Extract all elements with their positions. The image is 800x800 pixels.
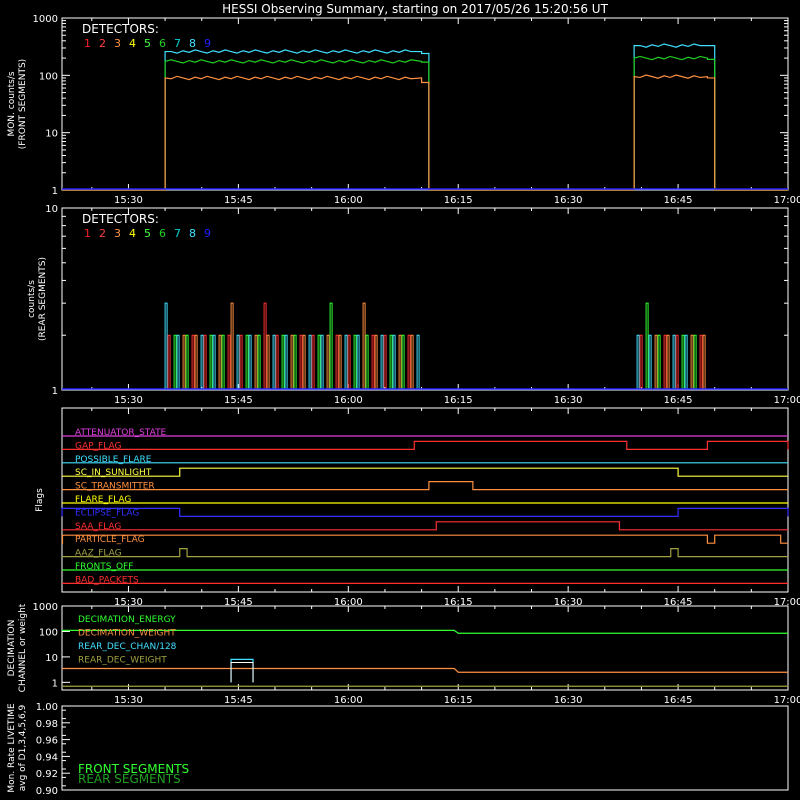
- front-ytick-label-0: 1: [52, 186, 58, 197]
- rear-legend-detector-6: 6: [159, 227, 166, 240]
- rear-legend-detector-5: 5: [144, 227, 151, 240]
- front-legend-detector-9: 9: [204, 37, 211, 50]
- livetime-ytick-label-0: 0.90: [36, 786, 58, 797]
- flag-label-eclipse_flag: ECLIPSE_FLAG: [75, 508, 139, 518]
- rear-legend-detector-9: 9: [204, 227, 211, 240]
- rear-xtick-label-3: 16:15: [444, 395, 473, 406]
- rear-legend-detector-3: 3: [114, 227, 121, 240]
- rear-ylabel-0: counts/s: [27, 280, 37, 318]
- front-xtick-label-4: 16:30: [554, 195, 583, 206]
- rear-legend-detector-1: 1: [84, 227, 91, 240]
- livetime-ytick-label-4: 0.98: [36, 719, 58, 730]
- decimation-legend-2: REAR_DEC_CHAN/128: [78, 642, 177, 652]
- livetime-ytick-label-1: 0.92: [36, 769, 58, 780]
- decimation-xtick-label-6: 17:00: [774, 695, 800, 706]
- rear-ytick-label-0: 1: [52, 386, 58, 397]
- front-legend-detector-6: 6: [159, 37, 166, 50]
- livetime-ylabel-1: avg of D1,3,4,5,6,9: [18, 704, 28, 791]
- rear-legend-detector-2: 2: [99, 227, 106, 240]
- decimation-ylabel-0: DECIMATION: [7, 620, 17, 677]
- decimation-xtick-label-2: 16:00: [334, 695, 363, 706]
- decimation-legend-0: DECIMATION_ENERGY: [78, 615, 176, 625]
- rear-legend-detector-7: 7: [174, 227, 181, 240]
- front-legend-detector-7: 7: [174, 37, 181, 50]
- front-legend-detector-1: 1: [84, 37, 91, 50]
- livetime-ytick-label-3: 0.96: [36, 736, 58, 747]
- decimation-legend-3: REAR_DEC_WEIGHT: [78, 656, 167, 666]
- decimation-xtick-label-0: 15:30: [114, 695, 143, 706]
- rear-legend-detector-4: 4: [129, 227, 136, 240]
- front-xtick-label-3: 16:15: [444, 195, 473, 206]
- front-xtick-label-1: 15:45: [224, 195, 253, 206]
- flag-label-particle_flag: PARTICLE_FLAG: [75, 535, 145, 545]
- rear-legend-detector-8: 8: [189, 227, 196, 240]
- front-legend-detector-2: 2: [99, 37, 106, 50]
- front-xtick-label-2: 16:00: [334, 195, 363, 206]
- front-xtick-label-6: 17:00: [774, 195, 800, 206]
- decimation-xtick-label-5: 16:45: [664, 695, 693, 706]
- rear-xtick-label-5: 16:45: [664, 395, 693, 406]
- decimation-xtick-label-1: 15:45: [224, 695, 253, 706]
- front-ylabel-0: MON. counts/s: [7, 71, 17, 136]
- front-legend-detector-8: 8: [189, 37, 196, 50]
- livetime-ylabel-0: Mon. Rate LIVETIME: [7, 703, 17, 793]
- decimation-xtick-label-4: 16:30: [554, 695, 583, 706]
- hessi-summary-chart: HESSI Observing Summary, starting on 201…: [0, 0, 800, 800]
- rear-xtick-label-0: 15:30: [114, 395, 143, 406]
- front-xtick-label-5: 16:45: [664, 195, 693, 206]
- decimation-ytick-label-2: 100: [39, 627, 58, 638]
- front-ytick-label-2: 100: [39, 71, 58, 82]
- rear-xtick-label-1: 15:45: [224, 395, 253, 406]
- rear-xtick-label-2: 16:00: [334, 395, 363, 406]
- rear-ylabel-1: (REAR SEGMENTS): [38, 257, 48, 341]
- livetime-legend-1: REAR SEGMENTS: [78, 772, 181, 786]
- front-ytick-label-1: 10: [45, 129, 58, 140]
- decimation-ylabel-1: CHANNEL or weight: [18, 603, 28, 692]
- flags-ylabel: Flags: [35, 488, 45, 512]
- decimation-ytick-label-1: 10: [45, 653, 58, 664]
- front-ytick-label-3: 1000: [33, 14, 58, 25]
- rear-legend-title: DETECTORS:: [82, 212, 159, 226]
- front-legend-title: DETECTORS:: [82, 22, 159, 36]
- front-legend-detector-4: 4: [129, 37, 136, 50]
- chart-title: HESSI Observing Summary, starting on 201…: [222, 2, 608, 16]
- livetime-ytick-label-2: 0.94: [36, 752, 58, 763]
- front-legend-detector-5: 5: [144, 37, 151, 50]
- rear-xtick-label-4: 16:30: [554, 395, 583, 406]
- decimation-ytick-label-3: 1000: [33, 602, 58, 613]
- front-legend-detector-3: 3: [114, 37, 121, 50]
- decimation-xtick-label-3: 16:15: [444, 695, 473, 706]
- rear-xtick-label-6: 17:00: [774, 395, 800, 406]
- decimation-legend-1: DECIMATION_WEIGHT: [78, 629, 176, 639]
- decimation-ytick-label-0: 1: [52, 678, 58, 689]
- rear-ytick-label-1: 10: [45, 204, 58, 215]
- livetime-ytick-label-5: 1.00: [36, 702, 58, 713]
- front-ylabel-1: (FRONT SEGMENTS): [18, 59, 28, 149]
- front-xtick-label-0: 15:30: [114, 195, 143, 206]
